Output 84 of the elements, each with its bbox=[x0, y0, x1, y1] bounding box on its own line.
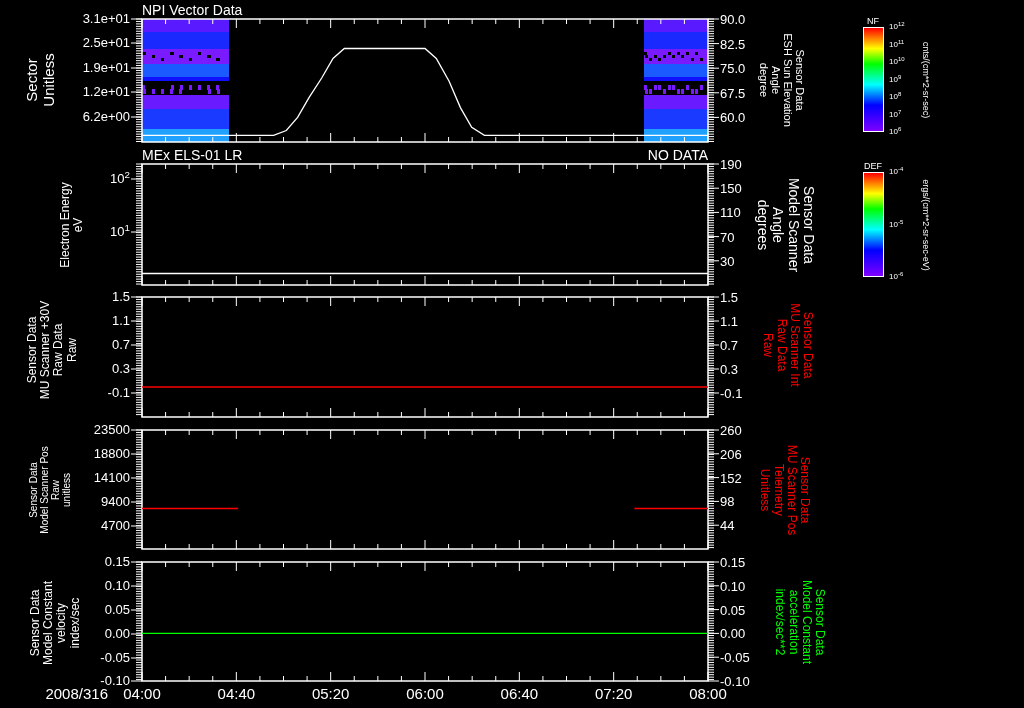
tick-label: 10$^{11}$ bbox=[889, 40, 905, 49]
tick-label: 0.00 bbox=[720, 627, 746, 641]
tick-label: 23500 bbox=[93, 423, 130, 436]
tick-label: 1.5 bbox=[720, 291, 739, 304]
tick-label: 18800 bbox=[93, 447, 130, 460]
tick-label: 10$^{2}$ bbox=[110, 172, 130, 185]
tick-label: 10$^{9}$ bbox=[889, 75, 902, 84]
tick-label: 6.2e+00 bbox=[82, 110, 130, 123]
axis-label: Sensor Data MU Scanner Pos Telemetry Unitless bbox=[758, 444, 812, 536]
axis-label: Sensor Data Model Constant velocity index/sec bbox=[28, 581, 82, 665]
tick-label: 67.5 bbox=[720, 86, 746, 100]
axis-label: Sensor Data MU Scanner Int Raw Data Raw bbox=[761, 303, 815, 387]
tick-label: 0.7 bbox=[111, 338, 130, 351]
axis-label: Electron Energy eV bbox=[58, 182, 86, 268]
tick-label: 30 bbox=[720, 254, 735, 268]
tick-label: 206 bbox=[720, 447, 742, 461]
time-label: 08:00 bbox=[689, 686, 727, 701]
tick-label: 14100 bbox=[93, 471, 130, 484]
colorbar-title: NF bbox=[867, 17, 879, 26]
tick-label: 44 bbox=[720, 519, 735, 533]
tick-label: 0.10 bbox=[720, 579, 746, 593]
time-label: 05:20 bbox=[311, 686, 350, 701]
time-label: 06:40 bbox=[500, 686, 539, 701]
tick-label: 260 bbox=[720, 424, 742, 437]
tick-label: 70 bbox=[720, 230, 735, 244]
axis-label: Sector Unitless bbox=[23, 53, 57, 107]
time-label: 07:20 bbox=[594, 686, 633, 701]
tick-label: 0.05 bbox=[720, 603, 746, 617]
tick-label: 10$^{-5}$ bbox=[889, 220, 904, 229]
tick-label: 0.3 bbox=[720, 363, 739, 376]
tick-label: 0.00 bbox=[104, 627, 130, 640]
axis-label: cnts/(cm**2-sr-sec) bbox=[920, 41, 930, 118]
tick-label: -0.1 bbox=[107, 386, 130, 399]
tick-label: 10$^{7}$ bbox=[889, 110, 902, 119]
axis-label: ergs/(cm**2-sr-sec-eV) bbox=[920, 178, 930, 271]
tick-label: 0.7 bbox=[720, 339, 739, 352]
tick-label: 150 bbox=[720, 182, 742, 196]
tick-label: 10$^{10}$ bbox=[889, 58, 905, 66]
tick-label: 0.3 bbox=[111, 362, 130, 375]
tick-label: 10$^{-4}$ bbox=[889, 168, 904, 176]
tick-label: 2.5e+01 bbox=[82, 36, 130, 49]
axis-label: Sensor Data Model Constant acceleration index/sec**2 bbox=[773, 580, 827, 664]
tick-label: 10$^{6}$ bbox=[889, 128, 902, 136]
status-label: NO DATA bbox=[647, 148, 708, 162]
tick-label: 3.1e+01 bbox=[82, 12, 130, 25]
tick-label: 1.1 bbox=[111, 314, 130, 327]
colorbar-title: DEF bbox=[864, 162, 882, 171]
tick-label: 0.05 bbox=[104, 603, 130, 616]
tick-label: 1.9e+01 bbox=[82, 61, 130, 74]
panel-title: MEx ELS-01 LR bbox=[142, 148, 243, 162]
tick-label: 1.1 bbox=[720, 315, 739, 328]
tick-label: 1.2e+01 bbox=[82, 85, 130, 98]
tick-label: -0.10 bbox=[100, 674, 130, 687]
tick-label: 190 bbox=[720, 158, 742, 171]
tick-label: 82.5 bbox=[720, 37, 746, 51]
tick-label: 10$^{8}$ bbox=[889, 93, 902, 101]
tick-label: 10$^{12}$ bbox=[889, 23, 905, 31]
axis-label: Sensor Data MU Scanner +30V Raw Data Raw bbox=[25, 300, 79, 400]
tick-label: -0.05 bbox=[720, 651, 750, 665]
tick-label: 90.0 bbox=[720, 13, 746, 26]
time-label: 06:00 bbox=[406, 686, 444, 701]
tick-label: 0.15 bbox=[720, 556, 746, 569]
tick-label: 75.0 bbox=[720, 62, 746, 76]
tick-label: 98 bbox=[720, 495, 735, 509]
tick-label: 10$^{1}$ bbox=[110, 225, 130, 238]
panel-title: NPI Vector Data bbox=[142, 3, 243, 17]
tick-label: 0.15 bbox=[104, 555, 130, 568]
date-label: 2008/316 bbox=[45, 686, 108, 701]
tick-label: 110 bbox=[720, 206, 741, 220]
axis-label: Sensor Data ESH Sun Elevation Angle degree bbox=[757, 33, 807, 127]
tick-label: 60.0 bbox=[720, 111, 746, 125]
time-label: 04:00 bbox=[123, 686, 161, 701]
axis-label: Sensor Data Model Scanner Angle degrees bbox=[754, 177, 816, 273]
tick-label: 152 bbox=[720, 471, 742, 485]
time-label: 04:40 bbox=[217, 686, 256, 701]
tick-label: -0.10 bbox=[720, 675, 750, 688]
tick-label: -0.1 bbox=[720, 387, 743, 400]
tick-label: 4700 bbox=[101, 519, 130, 532]
tick-label: 0.10 bbox=[104, 579, 130, 592]
tick-label: 1.5 bbox=[111, 290, 130, 303]
tick-label: -0.05 bbox=[100, 651, 130, 664]
axis-label: Sensor Data Model Scanner Pos Raw unitless bbox=[28, 446, 72, 534]
tick-label: 9400 bbox=[101, 495, 130, 508]
tick-label: 10$^{-6}$ bbox=[889, 273, 904, 281]
